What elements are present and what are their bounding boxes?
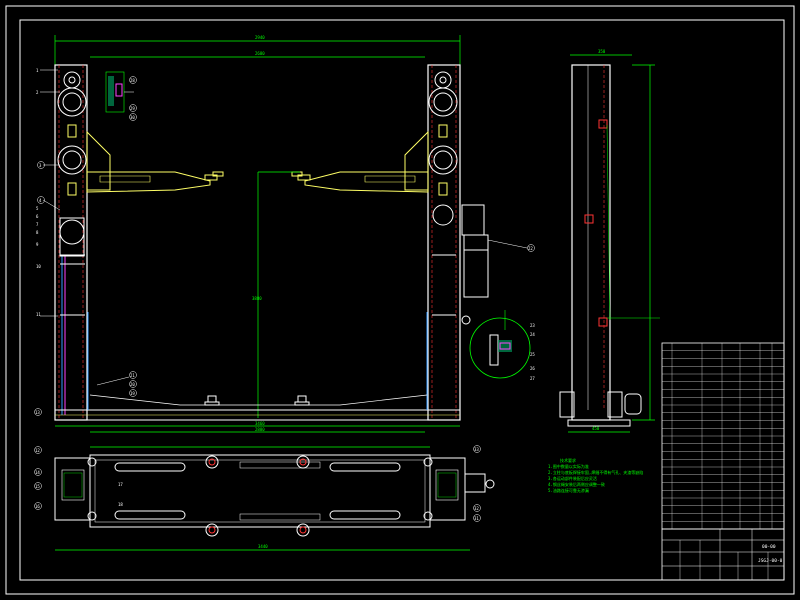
parts-list-table [661,342,785,530]
note-line-2: 2.立柱与底板焊接牢固,焊缝不得有气孔、夹渣等缺陷 [548,469,643,475]
callout-10: 10 [36,264,41,269]
technical-notes: 技术要求 1.图中数量以实际为准 2.立柱与底板焊接牢固,焊缝不得有气孔、夹渣等… [548,457,643,493]
callout-17: 17 [118,482,123,487]
callout-12: 12 [35,448,40,453]
cad-drawing-canvas: 2940 2680 3880 3460 2880 1 2 3 4 5 6 7 8… [5,5,795,595]
callout-24: 24 [530,332,535,337]
callout-30: 30 [130,115,135,120]
title-code: 00-00 [762,544,776,550]
callout-8: 8 [36,230,39,235]
svg-text:2680: 2680 [255,51,265,56]
svg-text:4: 4 [39,198,42,203]
callout-23: 23 [530,323,535,328]
round-detail-view: 23 24 25 26 27 [469,310,535,381]
svg-text:13: 13 [35,410,40,415]
inner-border [19,19,785,581]
svg-text:2940: 2940 [255,35,265,40]
upper-detail-callouts: 28 29 30 [129,76,137,121]
note-line-3: 3.各运动部件装配后应灵活 [548,475,597,481]
callout-6: 6 [36,214,39,219]
svg-text:350: 350 [598,49,606,54]
callout-32: 32 [474,506,479,511]
callout-16: 16 [35,504,40,509]
callout-20: 20 [130,382,135,387]
svg-text:3440: 3440 [258,544,268,549]
svg-text:3460: 3460 [255,421,265,426]
left-callouts: 1 2 3 4 5 6 7 8 9 10 11 13 [34,68,61,416]
note-line-5: 5.油路连接可靠无渗漏 [548,487,589,493]
title-block: 00-00 JSGJ-00-0 [661,528,785,581]
callout-28: 28 [130,78,135,83]
callout-29: 29 [130,106,135,111]
callout-2: 2 [36,90,60,95]
callout-7: 7 [36,222,39,227]
callout-14: 14 [35,470,40,475]
notes-title: 技术要求 [560,457,576,463]
callout-27: 27 [530,376,535,381]
note-line-4: 4.钢丝绳安装后两侧应调整一致 [548,481,605,487]
callout-19: 19 [130,391,135,396]
svg-text:3880: 3880 [252,296,262,301]
parts-list-grid [662,343,784,529]
svg-text:2: 2 [36,90,39,95]
plan-frame [89,454,431,528]
pump-motor [461,204,485,236]
plan-view: 3440 [54,446,495,551]
svg-text:450: 450 [592,426,600,431]
svg-text:1: 1 [36,68,39,73]
callout-31: 31 [474,516,479,521]
right-callouts: 21 20 19 22 [96,239,535,397]
svg-text:2880: 2880 [255,427,265,432]
svg-text:3: 3 [39,163,42,168]
callout-33: 33 [474,447,479,452]
plan-callouts: 12 14 15 16 17 18 33 32 31 [34,445,481,522]
drawing-number: JSGJ-00-0 [758,558,783,564]
callout-13: 13 [34,408,42,416]
callout-9: 9 [36,242,39,247]
callout-22: 22 [528,246,533,251]
callout-18: 18 [118,502,123,507]
front-elevation-view: 2940 2680 3880 3460 2880 [54,35,489,433]
side-elevation-view: 450 350 [559,49,660,433]
right-column [427,64,461,421]
callout-5: 5 [36,206,39,211]
callout-15: 15 [35,484,40,489]
note-line-1: 1.图中数量以实际为准 [548,463,589,469]
callout-21: 21 [130,373,135,378]
callout-26: 26 [530,366,535,371]
callout-25: 25 [530,352,535,357]
